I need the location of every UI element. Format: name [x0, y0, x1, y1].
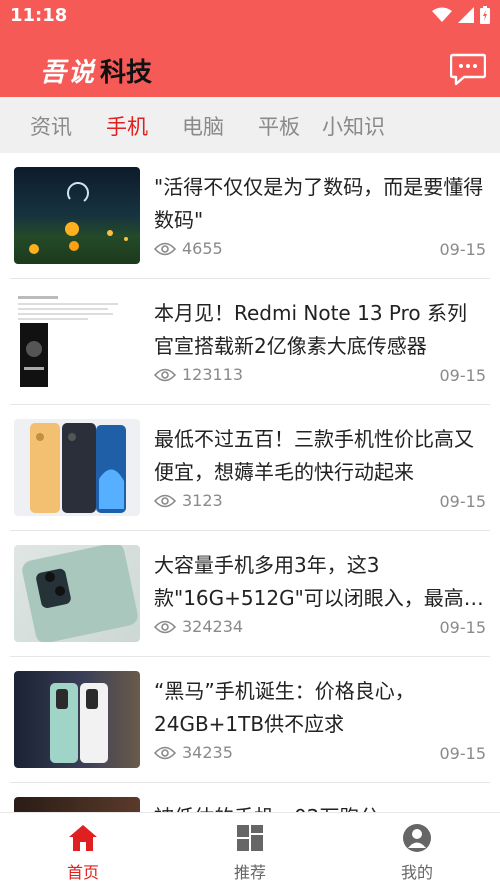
article-title: 最低不过五百！三款手机性价比高又便宜，想薅羊毛的快行动起来 — [154, 427, 474, 484]
article-title: 大容量手机多用3年，这3款"16G+512G"可以闭眼入，最高性价比 — [154, 553, 484, 610]
eye-icon — [154, 242, 176, 255]
grid-icon — [237, 825, 263, 851]
brand-logo: 吾说 科技 — [40, 52, 152, 89]
view-count-value: 324234 — [182, 617, 244, 636]
nav-profile[interactable]: 我的 — [367, 823, 467, 883]
article-title: 被低估的手机，02万跑分 — [154, 801, 484, 812]
view-count: 3123 — [154, 491, 223, 510]
view-count: 324234 — [154, 617, 243, 636]
view-count-value: 123113 — [182, 365, 244, 384]
view-count: 34235 — [154, 743, 233, 762]
tab-news[interactable]: 资讯 — [30, 111, 72, 141]
article-thumbnail — [14, 797, 140, 812]
view-count-value: 3123 — [182, 491, 223, 510]
view-count-value: 34235 — [182, 743, 233, 762]
list-item[interactable]: “黑马”手机诞生：价格良心，24GB+1TB供不应求 34235 09-15 — [0, 657, 500, 783]
article-thumbnail — [14, 671, 140, 768]
eye-icon — [154, 746, 176, 759]
tab-computer[interactable]: 电脑 — [182, 111, 224, 141]
tab-tips[interactable]: 小知识 — [322, 111, 385, 141]
app-header: 11:18 吾说 科技 — [0, 0, 500, 97]
article-thumbnail — [14, 293, 140, 390]
nav-recommend-label: 推荐 — [233, 863, 266, 882]
article-date: 09-15 — [439, 240, 487, 259]
eye-icon — [154, 620, 176, 633]
nav-recommend[interactable]: 推荐 — [200, 823, 300, 883]
nav-profile-label: 我的 — [400, 863, 433, 882]
list-item[interactable]: 最低不过五百！三款手机性价比高又便宜，想薅羊毛的快行动起来 3123 09-15 — [0, 405, 500, 531]
article-date: 09-15 — [439, 744, 487, 763]
article-title: 本月见！Redmi Note 13 Pro 系列官宣搭载新2亿像素大底传感器 — [154, 301, 467, 358]
category-tabs: 资讯 手机 电脑 平板 小知识 — [0, 97, 500, 153]
list-item[interactable]: 本月见！Redmi Note 13 Pro 系列官宣搭载新2亿像素大底传感器 1… — [0, 279, 500, 405]
eye-icon — [154, 494, 176, 507]
article-date: 09-15 — [439, 618, 487, 637]
battery-icon — [480, 6, 490, 24]
tab-tablet[interactable]: 平板 — [258, 111, 300, 141]
view-count-value: 4655 — [182, 239, 223, 258]
article-date: 09-15 — [439, 492, 487, 511]
brand-script-text: 吾说 — [40, 58, 97, 88]
article-title: “黑马”手机诞生：价格良心，24GB+1TB供不应求 — [154, 679, 415, 736]
signal-icon — [458, 7, 474, 23]
brand-bold-text: 科技 — [100, 58, 153, 88]
nav-home[interactable]: 首页 — [33, 823, 133, 883]
article-thumbnail — [14, 545, 140, 642]
article-list: "活得不仅仅是为了数码，而是要懂得数码" 4655 09-15 本月见！Redm… — [0, 153, 500, 812]
nav-home-label: 首页 — [66, 863, 99, 882]
article-title: "活得不仅仅是为了数码，而是要懂得数码" — [154, 175, 484, 232]
home-icon — [69, 825, 97, 851]
list-item[interactable]: 被低估的手机，02万跑分 — [0, 783, 500, 812]
wifi-icon — [432, 7, 452, 22]
status-time: 11:18 — [10, 5, 68, 26]
bottom-nav: 首页 推荐 我的 — [0, 812, 500, 891]
article-thumbnail — [14, 167, 140, 264]
list-item[interactable]: 大容量手机多用3年，这3款"16G+512G"可以闭眼入，最高性价比 32423… — [0, 531, 500, 657]
article-thumbnail — [14, 419, 140, 516]
list-item[interactable]: "活得不仅仅是为了数码，而是要懂得数码" 4655 09-15 — [0, 153, 500, 279]
status-icons — [432, 6, 490, 24]
article-date: 09-15 — [439, 366, 487, 385]
view-count: 123113 — [154, 365, 243, 384]
message-icon[interactable] — [450, 52, 486, 86]
tab-phone[interactable]: 手机 — [106, 111, 148, 141]
user-icon — [403, 824, 431, 852]
eye-icon — [154, 368, 176, 381]
view-count: 4655 — [154, 239, 223, 258]
